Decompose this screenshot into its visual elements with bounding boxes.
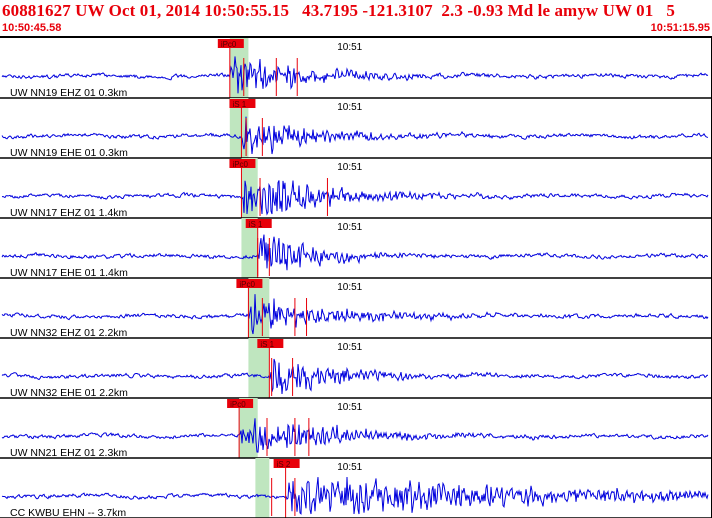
trace-panel: iS 2 10:51 CC KWBU EHN -- 3.7km <box>0 458 712 518</box>
pick-label: iPc0 <box>221 40 237 49</box>
pick-label: iPc0 <box>239 280 255 289</box>
channel-label: CC KWBU EHN -- 3.7km <box>10 507 126 518</box>
channel-label: UW NN21 EHZ 01 2.3km <box>10 447 128 459</box>
pick-label: iS 1 <box>260 340 274 349</box>
time-tick-label: 10:51 <box>337 282 362 293</box>
trace-panel: iS 1 10:51 UW NN17 EHE 01 1.4km <box>0 218 712 279</box>
trace-panel: iPc0 10:51 UW NN17 EHZ 01 1.4km <box>0 158 712 219</box>
channel-label: UW NN17 EHZ 01 1.4km <box>10 207 128 219</box>
time-tick-label: 10:51 <box>337 342 362 353</box>
channel-label: UW NN19 EHZ 01 0.3km <box>10 87 128 99</box>
seismogram-panels: iPc0 10:51 UW NN19 EHZ 01 0.3km iS 1 10:51 UW… <box>0 38 712 518</box>
start-time-label: 10:50:45.58 <box>2 22 62 34</box>
trace-panel: iPc0 10:51 UW NN21 EHZ 01 2.3km <box>0 398 712 459</box>
time-tick-label: 10:51 <box>337 102 362 113</box>
channel-label: UW NN17 EHE 01 1.4km <box>10 267 128 279</box>
pick-label: iPc0 <box>230 400 246 409</box>
waveform-trace <box>1 234 709 271</box>
time-tick-label: 10:51 <box>337 162 362 173</box>
trace-panel: iS 1 10:51 UW NN19 EHE 01 0.3km <box>0 98 712 159</box>
trace-panel: iPc0 10:51 UW NN19 EHZ 01 0.3km <box>0 38 712 99</box>
pick-label: iS 1 <box>232 100 246 109</box>
time-tick-label: 10:51 <box>337 222 362 233</box>
pick-label: iPc0 <box>232 160 248 169</box>
pick-window <box>255 458 270 518</box>
time-tick-label: 10:51 <box>337 402 362 413</box>
time-tick-label: 10:51 <box>337 42 362 53</box>
trace-panel: iS 1 10:51 UW NN32 EHE 01 2.2km <box>0 338 712 399</box>
pick-label: iS 2 <box>277 460 291 469</box>
channel-label: UW NN32 EHZ 01 2.2km <box>10 327 128 339</box>
event-title: 60881627 UW Oct 01, 2014 10:50:55.15 43.… <box>2 1 676 20</box>
end-time-label: 10:51:15.95 <box>650 22 710 34</box>
channel-label: UW NN19 EHE 01 0.3km <box>10 147 128 159</box>
trace-panel: iPc0 10:51 UW NN32 EHZ 01 2.2km <box>0 278 712 339</box>
channel-label: UW NN32 EHE 01 2.2km <box>10 387 128 399</box>
event-header: 60881627 UW Oct 01, 2014 10:50:55.15 43.… <box>0 0 712 38</box>
time-tick-label: 10:51 <box>337 462 362 473</box>
pick-label: iS 1 <box>249 220 263 229</box>
